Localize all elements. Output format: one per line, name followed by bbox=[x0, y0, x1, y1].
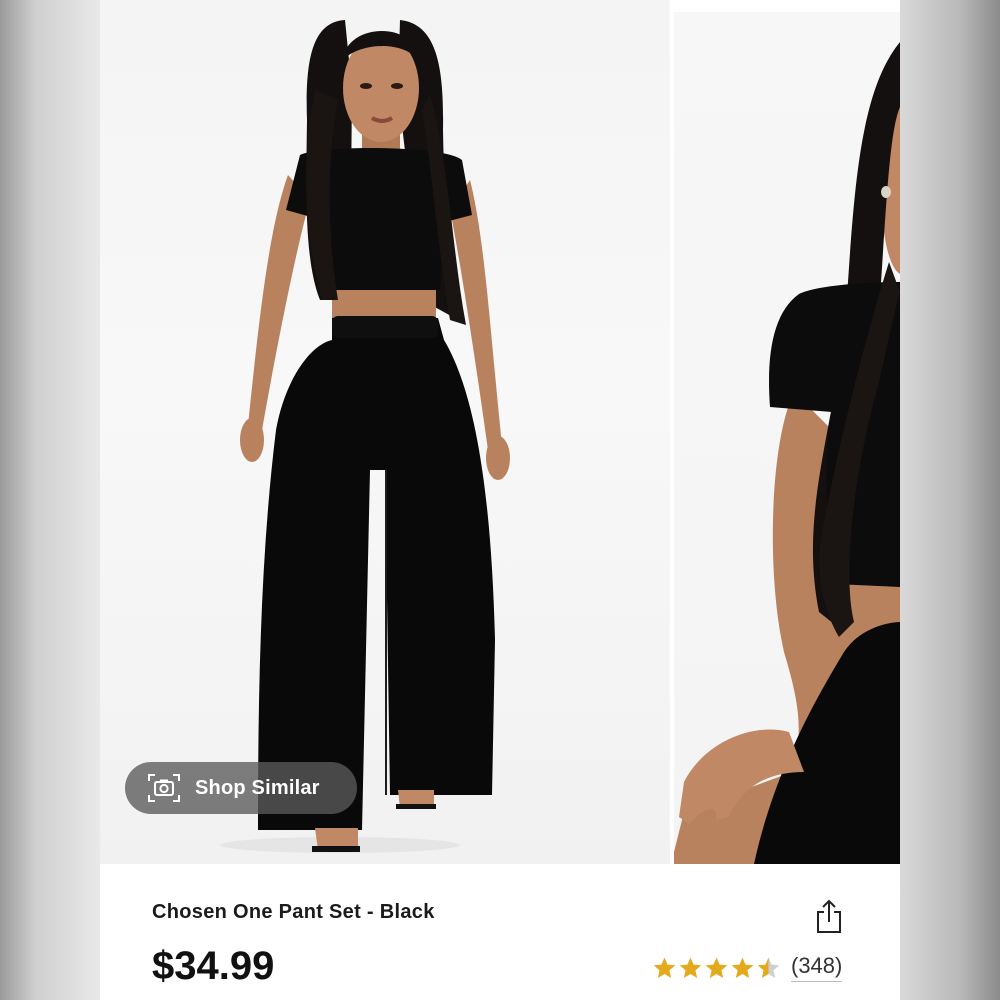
star-icon bbox=[757, 957, 780, 978]
rating-stars bbox=[652, 956, 782, 980]
model-closeup-illustration bbox=[674, 42, 900, 864]
star-icon bbox=[653, 957, 676, 978]
product-rating[interactable]: (348) bbox=[652, 953, 843, 982]
star-icon bbox=[705, 957, 728, 978]
product-info-panel: Chosen One Pant Set - Black $34.99 (348) bbox=[100, 864, 900, 1000]
product-price: $34.99 bbox=[152, 944, 275, 988]
review-count-link[interactable]: (348) bbox=[791, 953, 843, 982]
star-icon bbox=[679, 957, 702, 978]
product-photo-main[interactable] bbox=[100, 0, 670, 864]
model-full-body-illustration bbox=[220, 20, 510, 853]
blurred-background-left bbox=[0, 0, 100, 1000]
share-button[interactable] bbox=[814, 898, 844, 936]
blurred-background-right bbox=[900, 0, 1000, 1000]
star-icon bbox=[731, 957, 754, 978]
share-icon bbox=[817, 899, 841, 933]
shop-similar-label: Shop Similar bbox=[195, 776, 320, 799]
product-title: Chosen One Pant Set - Black bbox=[152, 901, 435, 923]
product-photo-secondary[interactable] bbox=[674, 12, 900, 864]
product-page: Shop Similar Chosen One Pant Set - Black… bbox=[100, 0, 900, 1000]
camera-icon bbox=[147, 773, 181, 803]
product-image-gallery[interactable]: Shop Similar bbox=[100, 0, 900, 864]
shop-similar-button[interactable]: Shop Similar bbox=[125, 762, 357, 814]
screenshot-frame: Shop Similar Chosen One Pant Set - Black… bbox=[0, 0, 1000, 1000]
